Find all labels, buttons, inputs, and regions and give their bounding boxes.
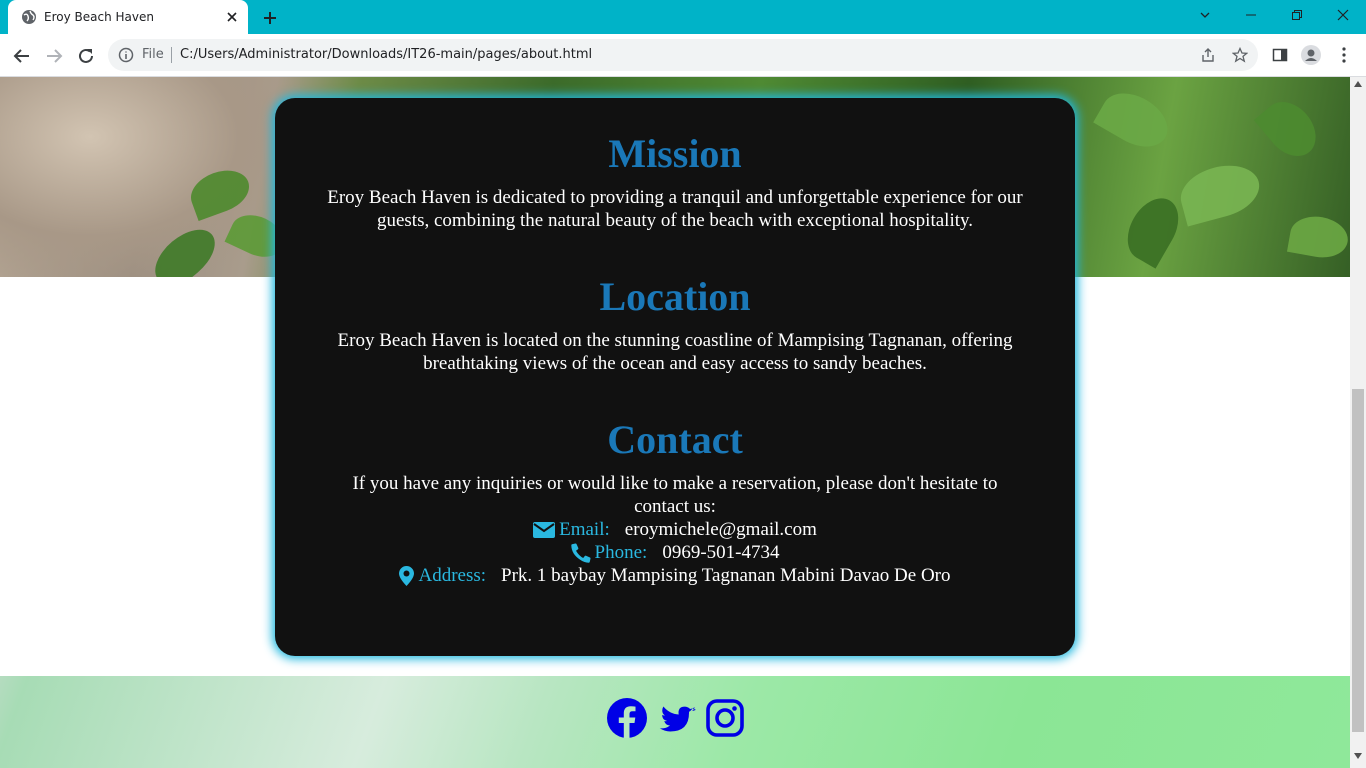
envelope-icon bbox=[533, 521, 556, 538]
facebook-icon[interactable] bbox=[607, 698, 647, 738]
page-scrollbar[interactable] bbox=[1350, 77, 1366, 768]
about-card: Mission Eroy Beach Haven is dedicated to… bbox=[275, 98, 1075, 656]
location-text-line-2: breathtaking views of the ocean and easy… bbox=[423, 353, 927, 374]
minimize-button[interactable] bbox=[1228, 0, 1274, 30]
instagram-icon[interactable] bbox=[705, 698, 745, 738]
hero-leaf bbox=[1174, 157, 1266, 227]
contact-address-row: Address: Prk. 1 baybay Mampising Tagnana… bbox=[275, 564, 1075, 587]
restore-icon bbox=[1292, 10, 1302, 20]
mission-text-line-1: Eroy Beach Haven is dedicated to providi… bbox=[327, 187, 1023, 208]
url-text[interactable]: C:/Users/Administrator/Downloads/IT26-ma… bbox=[180, 47, 592, 62]
restore-button[interactable] bbox=[1274, 0, 1320, 30]
back-button[interactable] bbox=[8, 42, 36, 70]
close-icon bbox=[1337, 9, 1349, 21]
minimize-icon bbox=[1246, 14, 1256, 16]
contact-intro-line-2: contact us: bbox=[634, 496, 716, 517]
phone-icon bbox=[570, 542, 591, 563]
phone-value[interactable]: 0969-501-4734 bbox=[662, 541, 779, 564]
email-value[interactable]: eroymichele@gmail.com bbox=[625, 518, 817, 541]
hero-leaf bbox=[1117, 189, 1189, 269]
hero-leaf bbox=[1093, 82, 1177, 158]
scroll-up-arrow-icon[interactable] bbox=[1354, 81, 1362, 87]
phone-label: Phone: bbox=[594, 542, 648, 563]
contact-intro-line-1: If you have any inquiries or would like … bbox=[352, 473, 998, 494]
new-tab-icon[interactable] bbox=[260, 8, 280, 28]
contact-phone-row: Phone: 0969-501-4734 bbox=[275, 541, 1075, 564]
forward-button[interactable] bbox=[40, 42, 68, 70]
mission-text-line-2: guests, combining the natural beauty of … bbox=[376, 210, 974, 231]
address-bar[interactable]: File C:/Users/Administrator/Downloads/IT… bbox=[108, 39, 1258, 71]
contact-email-row: Email: eroymichele@gmail.com bbox=[275, 518, 1075, 541]
url-scheme-label: File bbox=[142, 47, 164, 62]
browser-tab[interactable]: Eroy Beach Haven bbox=[8, 0, 248, 34]
page-viewport: Mission Eroy Beach Haven is dedicated to… bbox=[0, 77, 1350, 768]
close-tab-icon[interactable] bbox=[224, 9, 240, 25]
reload-button[interactable] bbox=[72, 42, 100, 70]
hero-leaf bbox=[1286, 212, 1350, 262]
side-panel-icon bbox=[1272, 48, 1288, 62]
footer bbox=[0, 676, 1350, 768]
browser-menu-button[interactable] bbox=[1334, 45, 1354, 65]
globe-icon bbox=[22, 10, 36, 24]
tab-title: Eroy Beach Haven bbox=[44, 10, 154, 24]
location-text-line-1: Eroy Beach Haven is located on the stunn… bbox=[337, 330, 1013, 351]
chevron-down-icon bbox=[1200, 12, 1210, 18]
reload-icon bbox=[79, 48, 93, 63]
omnibox-divider bbox=[171, 47, 172, 63]
scrollbar-thumb[interactable] bbox=[1352, 389, 1364, 732]
map-marker-icon bbox=[399, 565, 415, 586]
address-value: Prk. 1 baybay Mampising Tagnanan Mabini … bbox=[501, 565, 951, 586]
arrow-right-icon bbox=[47, 49, 63, 63]
close-window-button[interactable] bbox=[1320, 0, 1366, 30]
twitter-icon[interactable] bbox=[657, 698, 697, 738]
bookmark-star-icon[interactable] bbox=[1232, 47, 1248, 63]
browser-tabstrip: Eroy Beach Haven bbox=[0, 0, 1366, 34]
location-heading: Location bbox=[599, 274, 751, 319]
side-panel-button[interactable] bbox=[1270, 45, 1290, 65]
address-label: Address: bbox=[418, 565, 487, 586]
profile-button[interactable] bbox=[1301, 45, 1321, 65]
mission-heading: Mission bbox=[608, 131, 742, 176]
more-vertical-icon bbox=[1342, 47, 1346, 63]
scroll-down-arrow-icon[interactable] bbox=[1354, 753, 1362, 759]
info-icon[interactable] bbox=[118, 47, 134, 63]
browser-toolbar: File C:/Users/Administrator/Downloads/IT… bbox=[0, 34, 1366, 77]
tab-search-button[interactable] bbox=[1182, 0, 1228, 30]
profile-avatar-icon bbox=[1301, 45, 1321, 65]
hero-leaf bbox=[1253, 91, 1327, 167]
contact-heading: Contact bbox=[607, 417, 743, 462]
share-icon[interactable] bbox=[1200, 47, 1216, 63]
arrow-left-icon bbox=[13, 49, 29, 63]
email-label: Email: bbox=[559, 519, 610, 540]
